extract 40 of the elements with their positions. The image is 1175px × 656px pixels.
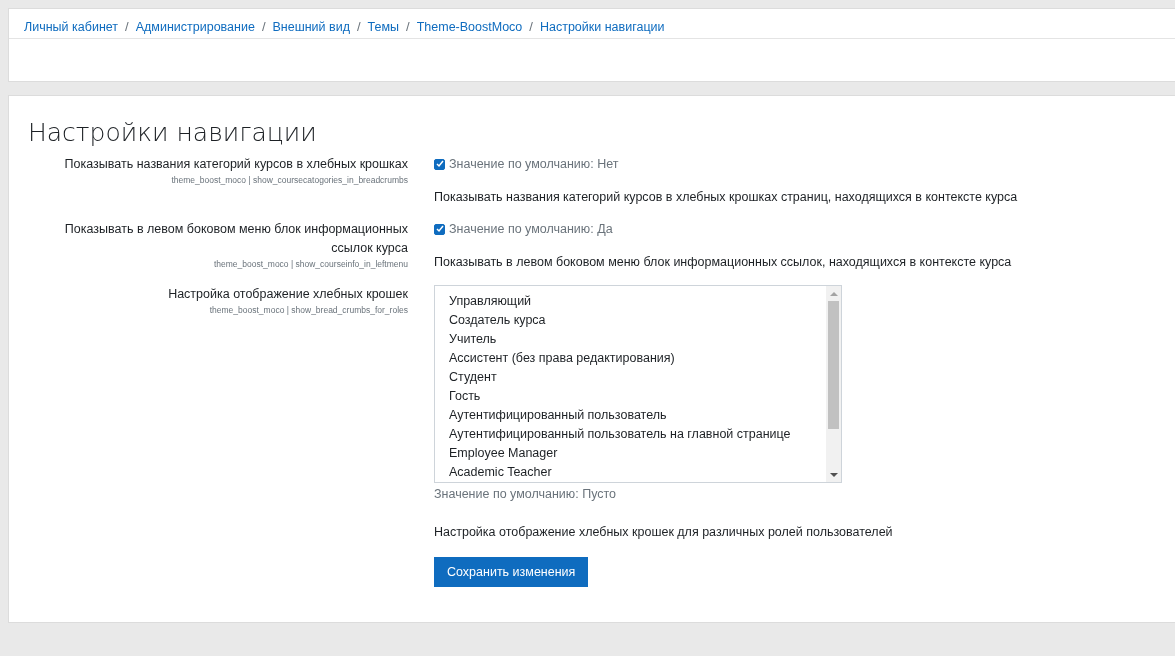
default-value: Значение по умолчанию: Пусто	[434, 487, 617, 501]
default-value: Значение по умолчанию: Нет	[449, 157, 619, 171]
role-option[interactable]: Аутентифицированный пользователь на главной странице	[448, 425, 792, 444]
breadcrumb-separator: /	[125, 19, 129, 34]
role-option[interactable]: Студент	[448, 368, 498, 387]
setting-description: Настройка отображение хлебных крошек для различных ролей пользователей	[434, 524, 893, 541]
breadcrumb-link[interactable]: Внешний вид	[272, 19, 350, 34]
breadcrumb-separator: /	[357, 19, 361, 34]
setting-description: Показывать в левом боковом меню блок информационных ссылок, находящихся в контексте курса	[434, 254, 1012, 271]
setting-label: Показывать названия категорий курсов в хлебных крошках	[64, 156, 408, 173]
setting-description: Показывать названия категорий курсов в хлебных крошках страниц, находящихся в контексте курса	[434, 189, 1018, 206]
setting-key: theme_boost_moco | show_coursecatogories_in_breadcrumbs	[171, 174, 408, 186]
checkbox[interactable]	[434, 223, 445, 235]
scroll-down-icon[interactable]	[829, 472, 838, 478]
setting-key: theme_boost_moco | show_bread_crumbs_for_roles	[209, 304, 408, 316]
scrollbar[interactable]	[826, 286, 841, 482]
breadcrumb-separator: /	[261, 19, 266, 34]
save-button[interactable]: Сохранить изменения	[434, 557, 589, 587]
checkbox[interactable]	[434, 158, 445, 170]
role-option[interactable]: Управляющий	[448, 292, 533, 311]
breadcrumb-link[interactable]: Темы	[367, 19, 400, 34]
breadcrumb-separator: /	[406, 19, 410, 34]
breadcrumb-link[interactable]: Администрирование	[135, 19, 255, 34]
breadcrumb-link[interactable]: Настройки навигации	[539, 19, 665, 34]
role-option[interactable]: Academic Teacher	[448, 463, 553, 482]
setting-key: theme_boost_moco | show_courseinfo_in_leftmenu	[213, 258, 408, 270]
role-option[interactable]: Гость	[448, 387, 482, 406]
page-title: Настройки навигации	[28, 118, 318, 147]
breadcrumb-link[interactable]: Личный кабинет	[24, 19, 119, 34]
breadcrumb-separator: /	[529, 19, 533, 34]
role-option[interactable]: Создатель курса	[448, 311, 547, 330]
role-option[interactable]: Учитель	[448, 330, 498, 349]
role-option[interactable]: Аутентифицированный пользователь	[448, 406, 668, 425]
breadcrumb-link[interactable]: Theme-BoostMoco	[416, 19, 523, 34]
setting-label: Настройка отображение хлебных крошек	[168, 286, 408, 303]
role-list[interactable]	[434, 285, 842, 483]
role-option[interactable]: Ассистент (без права редактирования)	[448, 349, 676, 368]
default-value: Значение по умолчанию: Да	[449, 222, 613, 236]
role-option[interactable]: Employee Manager	[448, 444, 559, 463]
setting-label: Показывать в левом боковом меню блок информационных ссылок курса	[63, 221, 408, 257]
